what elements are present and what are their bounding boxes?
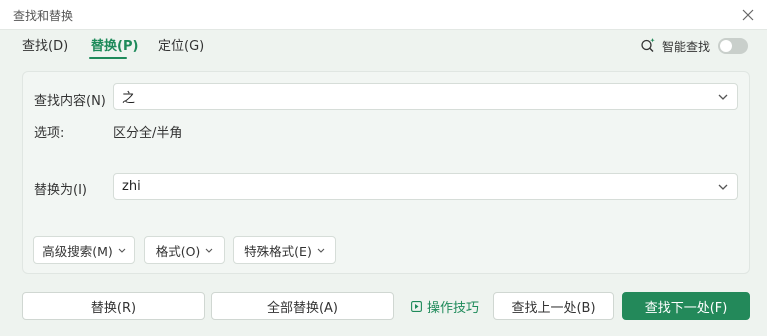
- replace-input[interactable]: zhi: [113, 173, 738, 200]
- find-label: 查找内容(N): [34, 94, 106, 109]
- advanced-search-dropdown[interactable]: 高级搜索(M): [33, 236, 135, 264]
- options-label: 选项:: [34, 126, 65, 141]
- smart-search: 智能查找: [640, 37, 749, 56]
- tips-link[interactable]: 操作技巧: [411, 297, 480, 316]
- active-tab-indicator: [89, 57, 127, 59]
- tab-goto[interactable]: 定位(G): [158, 39, 204, 55]
- chevron-down-icon: [317, 248, 325, 253]
- chevron-down-icon[interactable]: [717, 181, 729, 193]
- title-bar: 查找和替换: [0, 0, 767, 30]
- replace-button[interactable]: 替换(R): [22, 292, 205, 320]
- find-value: 之: [122, 91, 136, 106]
- special-format-dropdown[interactable]: 特殊格式(E): [233, 236, 336, 264]
- tips-label: 操作技巧: [427, 300, 480, 316]
- smart-search-label: 智能查找: [662, 39, 711, 54]
- smart-search-toggle[interactable]: [718, 38, 749, 54]
- tab-find[interactable]: 查找(D): [22, 39, 68, 55]
- format-label: 格式(O): [155, 243, 201, 259]
- replace-value: zhi: [122, 179, 141, 194]
- chevron-down-icon: [205, 248, 213, 253]
- dialog-title: 查找和替换: [13, 9, 74, 23]
- close-icon[interactable]: [737, 4, 759, 26]
- advanced-search-label: 高级搜索(M): [42, 243, 113, 259]
- smart-search-icon: [640, 37, 656, 56]
- options-value: 区分全/半角: [113, 126, 183, 141]
- replace-label: 替换为(I): [34, 183, 87, 198]
- chevron-down-icon[interactable]: [717, 91, 729, 103]
- special-format-label: 特殊格式(E): [244, 243, 312, 259]
- find-input[interactable]: 之: [113, 83, 738, 110]
- play-icon: [411, 300, 422, 312]
- replace-all-button[interactable]: 全部替换(A): [211, 292, 394, 320]
- find-next-button[interactable]: 查找下一处(F): [622, 292, 750, 320]
- format-dropdown[interactable]: 格式(O): [144, 236, 225, 264]
- find-previous-button[interactable]: 查找上一处(B): [493, 292, 614, 320]
- chevron-down-icon: [118, 248, 126, 253]
- tab-replace[interactable]: 替换(P): [91, 39, 138, 55]
